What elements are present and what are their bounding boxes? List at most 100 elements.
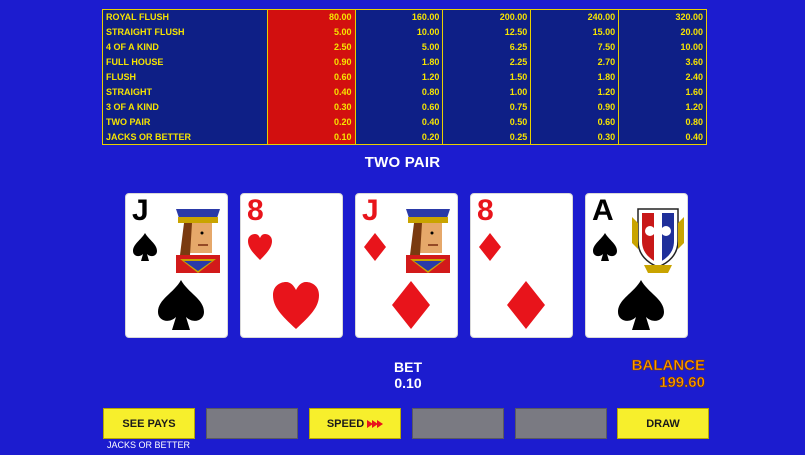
paytable-row: FULL HOUSE 0.90 1.80 2.25 2.70 3.60 bbox=[102, 54, 707, 70]
speed-label: SPEED bbox=[326, 417, 365, 430]
heart-icon bbox=[248, 234, 272, 260]
paytable-value: 1.00 bbox=[442, 84, 532, 100]
card-2[interactable]: 8 bbox=[240, 193, 343, 338]
bet-label: BET bbox=[394, 359, 422, 375]
balance-label: BALANCE bbox=[631, 357, 705, 375]
empty-button-2 bbox=[412, 408, 504, 439]
paytable-value: 0.80 bbox=[685, 117, 703, 127]
paytable-hand: TWO PAIR bbox=[102, 114, 268, 130]
paytable-value: 0.80 bbox=[355, 84, 444, 100]
bet-value: 0.10 bbox=[394, 375, 422, 391]
paytable-row: FLUSH 0.60 1.20 1.50 1.80 2.40 bbox=[102, 69, 707, 85]
paytable-hand: FLUSH bbox=[102, 69, 268, 85]
card-rank: J bbox=[362, 194, 379, 227]
paytable-value: 0.30 bbox=[267, 99, 356, 115]
paytable-value: 0.60 bbox=[355, 99, 444, 115]
paytable-value: 0.60 bbox=[530, 114, 620, 130]
empty-button-3 bbox=[515, 408, 607, 439]
see-pays-button[interactable]: SEE PAYS bbox=[103, 408, 195, 439]
draw-button[interactable]: DRAW bbox=[617, 408, 709, 439]
hand-result: TWO PAIR bbox=[364, 154, 441, 171]
diamond-icon bbox=[392, 281, 430, 329]
spade-icon bbox=[593, 233, 617, 261]
jack-face-icon bbox=[400, 203, 456, 275]
paytable-value: 80.00 bbox=[267, 9, 356, 25]
paytable-value: 0.30 bbox=[530, 129, 620, 145]
card-1[interactable]: J bbox=[125, 193, 228, 338]
heart-icon bbox=[273, 282, 319, 329]
paytable-value: 0.10 bbox=[267, 129, 356, 145]
fast-forward-icon bbox=[367, 419, 384, 428]
paytable-value: 5.00 bbox=[267, 24, 356, 40]
paytable-value: 1.20 bbox=[530, 84, 620, 100]
paytable-value: 5.00 bbox=[355, 39, 444, 55]
see-pays-label: SEE PAYS bbox=[122, 417, 176, 430]
paytable-row: STRAIGHT 0.40 0.80 1.00 1.20 1.60 bbox=[102, 84, 707, 100]
paytable-value: 1.60 bbox=[685, 87, 703, 97]
paytable-row: STRAIGHT FLUSH 5.00 10.00 12.50 15.00 20.00 bbox=[102, 24, 707, 40]
paytable-hand: ROYAL FLUSH bbox=[102, 9, 268, 25]
paytable-value: 0.20 bbox=[355, 129, 444, 145]
paytable-value: 1.80 bbox=[355, 54, 444, 70]
paytable-value: 0.20 bbox=[267, 114, 356, 130]
paytable-hand: 3 OF A KIND bbox=[102, 99, 268, 115]
paytable-value: 320.00 bbox=[675, 12, 703, 23]
paytable-row: 3 OF A KIND 0.30 0.60 0.75 0.90 1.20 bbox=[102, 99, 707, 115]
paytable-value: 7.50 bbox=[530, 39, 620, 55]
diamond-icon bbox=[507, 281, 545, 329]
coat-of-arms-icon bbox=[632, 208, 684, 273]
spade-icon bbox=[133, 233, 157, 261]
paytable-value: 200.00 bbox=[442, 9, 532, 25]
paytable-hand: STRAIGHT FLUSH bbox=[102, 24, 268, 40]
card-rank: 8 bbox=[477, 194, 494, 227]
paytable-value: 240.00 bbox=[530, 9, 620, 25]
paytable-value: 20.00 bbox=[680, 27, 703, 37]
spade-icon bbox=[158, 280, 204, 330]
paytable-value: 1.80 bbox=[530, 69, 620, 85]
card-3[interactable]: J bbox=[355, 193, 458, 338]
paytable-value: 1.20 bbox=[355, 69, 444, 85]
paytable-value: 15.00 bbox=[530, 24, 620, 40]
paytable-value: 12.50 bbox=[442, 24, 532, 40]
draw-label: DRAW bbox=[646, 417, 680, 430]
card-4[interactable]: 8 bbox=[470, 193, 573, 338]
paytable-value: 160.00 bbox=[355, 9, 444, 25]
paytable-hand: JACKS OR BETTER bbox=[102, 129, 268, 145]
paytable-row: JACKS OR BETTER 0.10 0.20 0.25 0.30 0.40 bbox=[102, 129, 707, 145]
paytable-hand: FULL HOUSE bbox=[102, 54, 268, 70]
paytable-value: 0.40 bbox=[267, 84, 356, 100]
paytable-value: 0.75 bbox=[442, 99, 532, 115]
card-rank: J bbox=[132, 194, 149, 227]
paytable-row: 4 OF A KIND 2.50 5.00 6.25 7.50 10.00 bbox=[102, 39, 707, 55]
paytable-value: 0.50 bbox=[442, 114, 532, 130]
speed-button[interactable]: SPEED bbox=[309, 408, 401, 439]
paytable-value: 0.40 bbox=[685, 131, 703, 142]
paytable-hand: STRAIGHT bbox=[102, 84, 268, 100]
card-rank: A bbox=[592, 194, 614, 227]
paytable-value: 2.70 bbox=[530, 54, 620, 70]
paytable-value: 10.00 bbox=[355, 24, 444, 40]
paytable-value: 2.40 bbox=[685, 72, 703, 82]
card-rank: 8 bbox=[247, 194, 264, 227]
diamond-icon bbox=[364, 233, 386, 261]
paytable-value: 6.25 bbox=[442, 39, 532, 55]
empty-button-1 bbox=[206, 408, 298, 439]
paytable-value: 10.00 bbox=[680, 42, 703, 52]
balance-value: 199.60 bbox=[659, 374, 705, 392]
card-5[interactable]: A bbox=[585, 193, 688, 338]
paytable-value: 0.25 bbox=[442, 129, 532, 145]
game-name: JACKS OR BETTER bbox=[107, 440, 191, 450]
paytable-value: 2.25 bbox=[442, 54, 532, 70]
video-poker-screen: ROYAL FLUSH 80.00 160.00 200.00 240.00 320.00… bbox=[0, 0, 805, 455]
paytable-value: 3.60 bbox=[685, 57, 703, 67]
paytable-value: 1.20 bbox=[685, 102, 703, 112]
paytable-value: 0.40 bbox=[355, 114, 444, 130]
jack-face-icon bbox=[170, 203, 226, 275]
paytable-value: 1.50 bbox=[442, 69, 532, 85]
paytable-value: 0.60 bbox=[267, 69, 356, 85]
paytable-value: 0.90 bbox=[530, 99, 620, 115]
paytable-value: 0.90 bbox=[267, 54, 356, 70]
paytable-hand: 4 OF A KIND bbox=[102, 39, 268, 55]
paytable: ROYAL FLUSH 80.00 160.00 200.00 240.00 320.00… bbox=[102, 9, 707, 145]
paytable-row: TWO PAIR 0.20 0.40 0.50 0.60 0.80 bbox=[102, 114, 707, 130]
